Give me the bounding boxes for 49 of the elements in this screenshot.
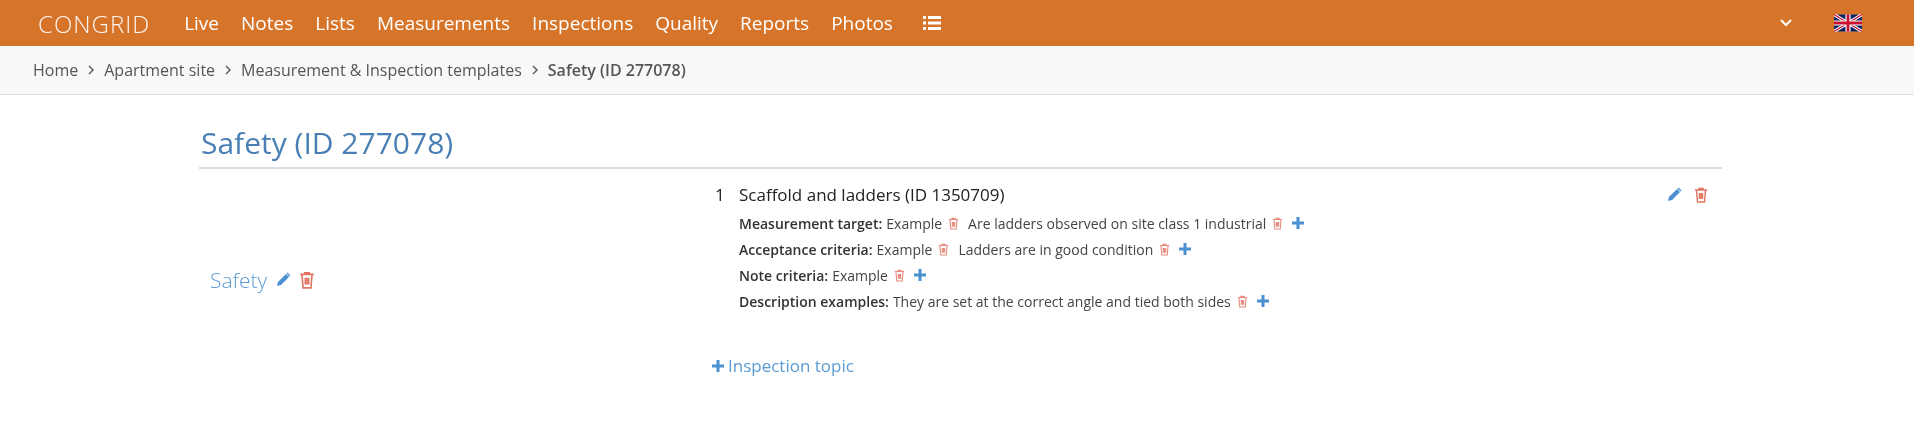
- field-value: They are set at the correct angle and tied both sides: [892, 291, 1231, 311]
- add-icon[interactable]: [712, 359, 724, 372]
- add-icon[interactable]: [913, 269, 926, 281]
- field-label: Description examples:: [739, 291, 889, 311]
- breadcrumb-link[interactable]: Home: [33, 59, 79, 81]
- delete-icon[interactable]: [1272, 216, 1284, 230]
- topic-number: 1: [714, 183, 726, 206]
- delete-icon[interactable]: [1236, 294, 1248, 308]
- delete-icon[interactable]: [893, 268, 905, 282]
- nav-link[interactable]: Live: [184, 10, 220, 36]
- category-name[interactable]: Safety: [210, 266, 268, 294]
- field-label: Measurement target:: [739, 213, 883, 233]
- page-title: Safety (ID 277078): [199, 122, 1722, 169]
- logo[interactable]: CONGRID: [38, 6, 151, 40]
- add-icon[interactable]: [1179, 243, 1192, 255]
- topic-title: Scaffold and ladders (ID 1350709): [739, 183, 1005, 206]
- nav-link[interactable]: Inspections: [532, 10, 634, 36]
- add-icon[interactable]: [1292, 217, 1305, 229]
- field-label: Note criteria:: [739, 265, 829, 285]
- chevron-icon: [224, 65, 233, 75]
- delete-icon[interactable]: [938, 242, 950, 256]
- nav-link[interactable]: Notes: [241, 10, 294, 36]
- field-value: Example: [832, 265, 888, 285]
- chevron-icon: [530, 65, 539, 75]
- field-value: Are ladders observed on site class 1 industrial: [968, 213, 1267, 233]
- field-value: Example: [886, 213, 943, 233]
- nav-link[interactable]: Lists: [315, 10, 355, 36]
- field-value: Example: [876, 239, 933, 259]
- add-topic-button[interactable]: Inspection topic: [712, 354, 854, 377]
- delete-icon[interactable]: [1694, 186, 1708, 203]
- field-label: Acceptance criteria:: [739, 239, 873, 259]
- edit-icon[interactable]: [275, 272, 292, 288]
- delete-icon[interactable]: [299, 271, 316, 289]
- nav-link[interactable]: Reports: [740, 10, 810, 36]
- add-icon[interactable]: [1256, 295, 1269, 307]
- delete-icon[interactable]: [948, 216, 960, 230]
- field-value: Ladders are in good condition: [958, 239, 1154, 259]
- nav-link[interactable]: Photos: [831, 10, 893, 36]
- nav-link[interactable]: Measurements: [376, 10, 511, 36]
- breadcrumb-current: Safety (ID 277078): [547, 59, 686, 81]
- edit-icon[interactable]: [1666, 186, 1682, 203]
- chevron-icon: [87, 65, 96, 75]
- breadcrumb-link[interactable]: Apartment site: [104, 59, 216, 81]
- nav-link[interactable]: Quality: [655, 10, 719, 36]
- breadcrumb-link[interactable]: Measurement & Inspection templates: [241, 59, 522, 81]
- list-icon[interactable]: [922, 16, 941, 30]
- delete-icon[interactable]: [1159, 242, 1171, 256]
- caret-icon[interactable]: [1780, 19, 1792, 27]
- flag-icon[interactable]: [1834, 14, 1862, 32]
